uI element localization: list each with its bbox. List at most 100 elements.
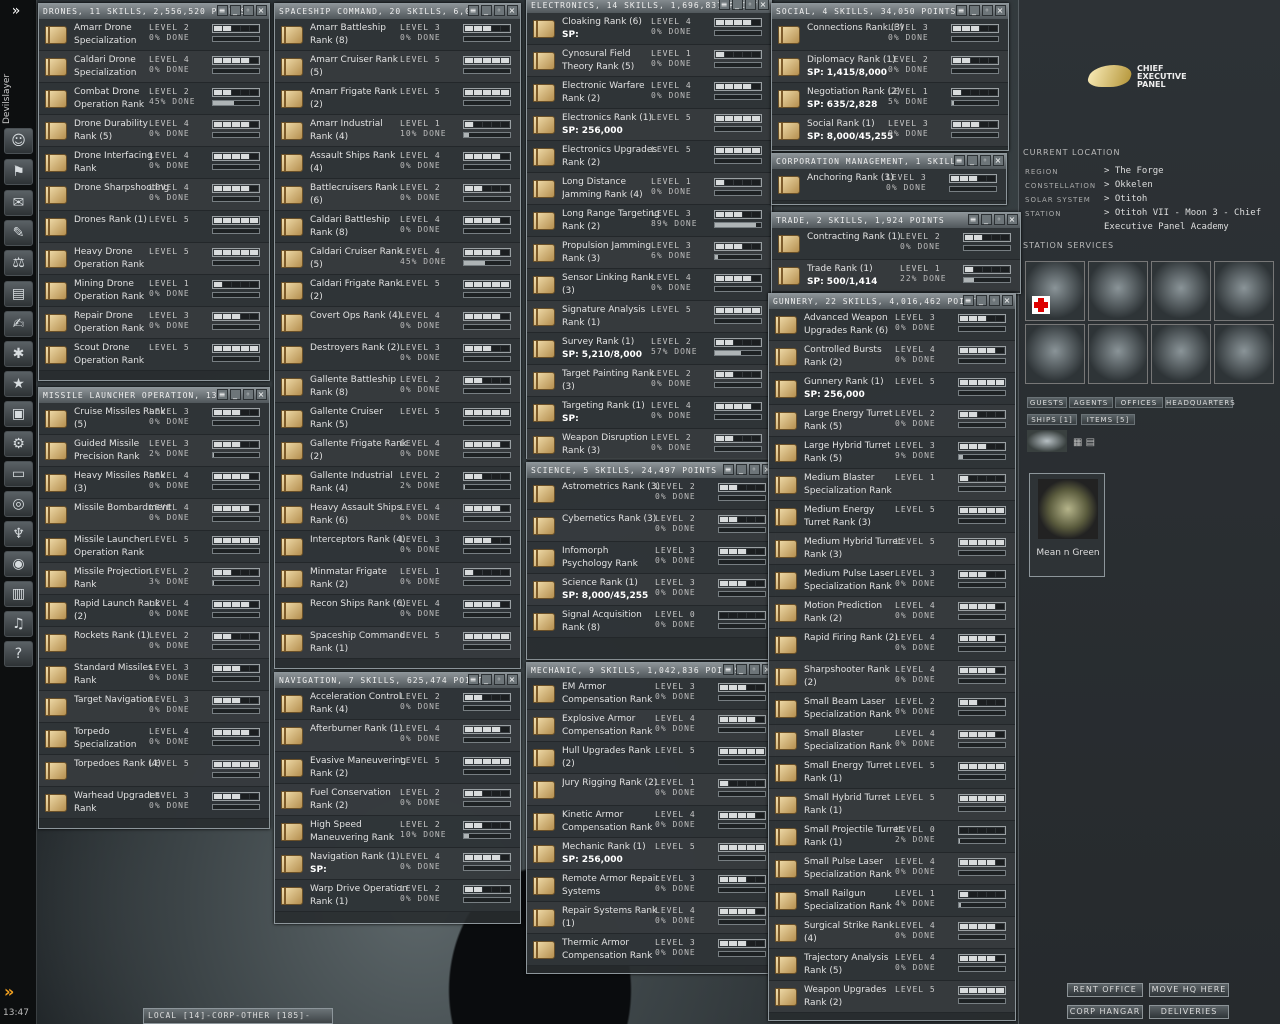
skill-row[interactable]: Trade Rank (1) SP: 500/1,414 LEVEL 1 22% DO…	[772, 260, 1020, 292]
minimize-window-icon[interactable]: _	[230, 5, 241, 16]
skill-row[interactable]: Amarr Cruiser Rank (5) LEVEL 5	[275, 51, 520, 83]
skill-row[interactable]: Recon Ships Rank (6) LEVEL 4 0% DONE	[275, 595, 520, 627]
minimize-window-icon[interactable]: _	[981, 214, 992, 225]
close-window-icon[interactable]: ×	[1007, 214, 1018, 225]
active-ship-icon[interactable]	[1027, 430, 1067, 452]
journal-icon[interactable]: ▥	[4, 581, 33, 607]
skill-row[interactable]: Contracting Rank (1) LEVEL 2 0% DONE	[772, 228, 1020, 260]
skill-row[interactable]: Rapid Launch Rank (2) LEVEL 4 0% DONE	[39, 595, 269, 627]
skill-row[interactable]: Amarr Frigate Rank (2) LEVEL 5	[275, 83, 520, 115]
skill-row[interactable]: Small Energy Turret Rank (1) LEVEL 5	[769, 757, 1015, 789]
skill-row[interactable]: Destroyers Rank (2) LEVEL 3 0% DONE	[275, 339, 520, 371]
view-mode-icon[interactable]: ▦ ▤	[1073, 437, 1095, 448]
corp-hangar-button[interactable]: CORP HANGAR	[1067, 1005, 1143, 1019]
factory-service-icon[interactable]	[1088, 324, 1148, 384]
skill-row[interactable]: EM Armor Compensation Rank LEVEL 3 0% DONE	[527, 678, 775, 710]
window-title[interactable]: ELECTRONICS, 14 SKILLS, 1,696,837 POINTS…	[527, 0, 771, 13]
skill-row[interactable]: Remote Armor Repair Systems LEVEL 3 0% DON…	[527, 870, 775, 902]
close-window-icon[interactable]: ×	[1002, 295, 1013, 306]
stack-window-icon[interactable]: ≡	[468, 5, 479, 16]
skill-row[interactable]: Afterburner Rank (1) LEVEL 4 0% DONE	[275, 720, 520, 752]
assets-icon[interactable]: ▣	[4, 401, 33, 427]
tab-items[interactable]: ITEMS [5]	[1081, 414, 1135, 425]
system-value[interactable]: > Otitoh	[1104, 194, 1147, 204]
station-value[interactable]: > Otitoh VII - Moon 3 - Chief	[1104, 208, 1261, 218]
skill-row[interactable]: Gallente Cruiser Rank (5) LEVEL 5	[275, 403, 520, 435]
skill-row[interactable]: Battlecruisers Rank (6) LEVEL 2 0% DONE	[275, 179, 520, 211]
skill-row[interactable]: Rapid Firing Rank (2) LEVEL 4 0% DONE	[769, 629, 1015, 661]
window-title[interactable]: SPACESHIP COMMAND, 20 SKILLS, 6,03 ≡ _ ◦ ×	[275, 4, 520, 19]
skill-row[interactable]: Heavy Assault Ships Rank (6) LEVEL 4 0% DO…	[275, 499, 520, 531]
settings-window-icon[interactable]: ◦	[980, 155, 991, 166]
skill-row[interactable]: Amarr Battleship Rank (8) LEVEL 3 0% DONE	[275, 19, 520, 51]
minimize-window-icon[interactable]: _	[736, 664, 747, 675]
window-title[interactable]: MECHANIC, 9 SKILLS, 1,042,836 POINTS≡_◦×	[527, 663, 775, 678]
settings-window-icon[interactable]: ◦	[494, 674, 505, 685]
collapse-neocom-button[interactable]: »	[5, 3, 27, 23]
skill-row[interactable]: Torpedo Specialization LEVEL 4 0% DONE	[39, 723, 269, 755]
skill-row[interactable]: Astrometrics Rank (3) LEVEL 2 0% DONE	[527, 478, 775, 510]
skill-row[interactable]: Drone Durability Rank (5) LEVEL 4 0% DONE	[39, 115, 269, 147]
window-title[interactable]: SOCIAL, 4 SKILLS, 34,050 POINTS ≡ _ ◦ ×	[772, 4, 1008, 19]
skill-row[interactable]: Heavy Drone Operation Rank LEVEL 5	[39, 243, 269, 275]
skill-row[interactable]: Fuel Conservation Rank (2) LEVEL 2 0% DONE	[275, 784, 520, 816]
close-window-icon[interactable]: ×	[256, 389, 267, 400]
skill-row[interactable]: Electronics Rank (1) SP: 256,000 LEVEL 5	[527, 109, 771, 141]
settings-window-icon[interactable]: ◦	[745, 0, 756, 10]
skill-row[interactable]: Spaceship Command Rank (1) LEVEL 5	[275, 627, 520, 659]
market-service-icon[interactable]	[1214, 261, 1274, 321]
skill-row[interactable]: Medium Pulse Laser Specialization Rank LE…	[769, 565, 1015, 597]
skill-row[interactable]: High Speed Maneuvering Rank LEVEL 2 10% DO…	[275, 816, 520, 848]
skill-row[interactable]: Repair Systems Rank (1) LEVEL 4 0% DONE	[527, 902, 775, 934]
skill-row[interactable]: Negotiation Rank (2) SP: 635/2,828 LEVEL 1…	[772, 83, 1008, 115]
character-sheet-icon[interactable]: ☺	[4, 128, 33, 154]
skill-row[interactable]: Interceptors Rank (4) LEVEL 3 0% DONE	[275, 531, 520, 563]
window-title[interactable]: MISSILE LAUNCHER OPERATION, 13 ≡ _ ◦ ×	[39, 388, 269, 403]
skill-row[interactable]: Drone Interfacing Rank LEVEL 4 0% DONE	[39, 147, 269, 179]
skill-row[interactable]: Small Blaster Specialization Rank LEVEL 4…	[769, 725, 1015, 757]
rent-office-button[interactable]: RENT OFFICE	[1067, 983, 1143, 997]
skill-row[interactable]: Cynosural Field Theory Rank (5) LEVEL 1 0%…	[527, 45, 771, 77]
tab-guests[interactable]: GUESTS	[1027, 397, 1067, 408]
skill-row[interactable]: Cloaking Rank (6) SP: LEVEL 4 0% DONE	[527, 13, 771, 45]
skill-row[interactable]: Electronic Warfare Rank (2) LEVEL 4 0% DON…	[527, 77, 771, 109]
close-window-icon[interactable]: ×	[507, 674, 518, 685]
window-title[interactable]: TRADE, 2 SKILLS, 1,924 POINTS ≡ _ ◦ ×	[772, 213, 1020, 228]
stack-window-icon[interactable]: ≡	[954, 155, 965, 166]
skill-row[interactable]: Gallente Frigate Rank (2) LEVEL 4 0% DONE	[275, 435, 520, 467]
settings-window-icon[interactable]: ◦	[243, 389, 254, 400]
skill-row[interactable]: Missile Launcher Operation Rank LEVEL 5	[39, 531, 269, 563]
market-icon[interactable]: ⚖	[4, 250, 33, 276]
settings-window-icon[interactable]: ◦	[494, 5, 505, 16]
move-hq-here-button[interactable]: MOVE HQ HERE	[1149, 983, 1229, 997]
skill-row[interactable]: Diplomacy Rank (1) SP: 1,415/8,000 LEVEL 2…	[772, 51, 1008, 83]
repair-service-icon[interactable]	[1088, 261, 1148, 321]
stack-window-icon[interactable]: ≡	[963, 295, 974, 306]
skill-row[interactable]: Warhead Upgrades Rank LEVEL 3 0% DONE	[39, 787, 269, 819]
window-title[interactable]: DRONES, 11 SKILLS, 2,556,520 POINTS ≡ _ ◦ ×	[39, 4, 269, 19]
skill-row[interactable]: Sensor Linking Rank (3) LEVEL 4 0% DONE	[527, 269, 771, 301]
close-window-icon[interactable]: ×	[758, 0, 769, 10]
skill-row[interactable]: Thermic Armor Compensation Rank LEVEL 3 0%…	[527, 934, 775, 966]
skill-row[interactable]: Large Energy Turret Rank (5) LEVEL 2 0% DO…	[769, 405, 1015, 437]
map-star-icon[interactable]: ★	[4, 371, 33, 397]
people-places-icon[interactable]: ⚑	[4, 159, 33, 185]
skill-row[interactable]: Amarr Drone Specialization LEVEL 2 0% DONE	[39, 19, 269, 51]
reprocessing-service-icon[interactable]	[1151, 261, 1211, 321]
close-window-icon[interactable]: ×	[995, 5, 1006, 16]
medical-service-icon[interactable]	[1025, 261, 1085, 321]
skill-row[interactable]: Assault Ships Rank (4) LEVEL 4 0% DONE	[275, 147, 520, 179]
skill-row[interactable]: Heavy Missiles Rank (3) LEVEL 4 0% DONE	[39, 467, 269, 499]
stack-window-icon[interactable]: ≡	[217, 389, 228, 400]
skill-row[interactable]: Evasive Maneuvering Rank (2) LEVEL 5	[275, 752, 520, 784]
skill-row[interactable]: Mining Drone Operation Rank LEVEL 1 0% DON…	[39, 275, 269, 307]
stack-window-icon[interactable]: ≡	[217, 5, 228, 16]
window-title[interactable]: CORPORATION MANAGEMENT, 1 SKILL ≡ _ ◦ ×	[772, 154, 1006, 169]
skill-row[interactable]: Caldari Frigate Rank (2) LEVEL 5	[275, 275, 520, 307]
minimize-window-icon[interactable]: _	[230, 389, 241, 400]
skill-row[interactable]: Trajectory Analysis Rank (5) LEVEL 4 0% DO…	[769, 949, 1015, 981]
notepad-icon[interactable]: ✎	[4, 220, 33, 246]
skill-row[interactable]: Hull Upgrades Rank (2) LEVEL 5	[527, 742, 775, 774]
minimize-window-icon[interactable]: _	[969, 5, 980, 16]
skill-row[interactable]: Target Painting Rank (3) LEVEL 2 0% DONE	[527, 365, 771, 397]
